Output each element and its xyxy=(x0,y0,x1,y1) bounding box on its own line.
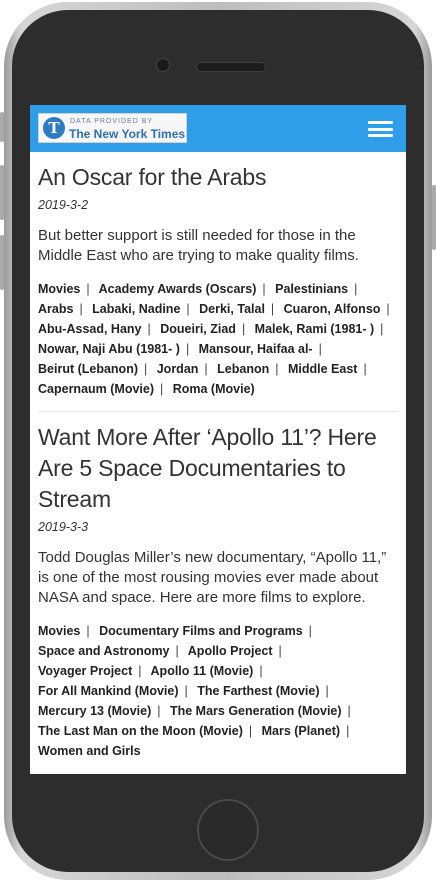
badge-caption: DATA PROVIDED BY xyxy=(70,118,154,125)
tag-separator: | xyxy=(204,362,208,376)
tag-link[interactable]: Lebanon xyxy=(217,362,269,376)
tag-separator: | xyxy=(184,684,188,698)
tag-separator: | xyxy=(380,322,384,336)
tag-link[interactable]: The Farthest (Movie) xyxy=(197,684,319,698)
tag-link[interactable]: Mansour, Haifaa al- xyxy=(199,342,313,356)
tag-link[interactable]: Movies xyxy=(38,624,80,638)
tag-link[interactable]: Jordan xyxy=(157,362,199,376)
article-tags: Movies | Academy Awards (Oscars) | Palesti… xyxy=(38,279,398,399)
tag-link[interactable]: Documentary Films and Programs xyxy=(99,624,303,638)
mute-switch xyxy=(0,112,4,142)
article-title[interactable]: An Oscar for the Arabs xyxy=(38,162,398,193)
tag-link[interactable]: Cuaron, Alfonso xyxy=(284,302,381,316)
tag-separator: | xyxy=(363,362,367,376)
tag-separator: | xyxy=(354,282,358,296)
tag-link[interactable]: Malek, Rami (1981- ) xyxy=(255,322,375,336)
tag-separator: | xyxy=(86,282,90,296)
tag-link[interactable]: Nowar, Naji Abu (1981- ) xyxy=(38,342,180,356)
article-card: An Oscar for the Arabs 2019-3-2 But bett… xyxy=(38,152,398,411)
tag-separator: | xyxy=(308,624,312,638)
nyt-logo-icon: T xyxy=(43,117,65,139)
tag-link[interactable]: Women and Girls xyxy=(38,744,141,758)
hamburger-menu-icon[interactable] xyxy=(368,121,393,137)
tag-separator: | xyxy=(138,664,142,678)
tag-link[interactable]: Abu-Assad, Hany xyxy=(38,322,142,336)
tag-separator: | xyxy=(248,724,253,738)
tag-separator: | xyxy=(386,302,390,316)
tag-separator: | xyxy=(259,664,263,678)
tag-link[interactable]: Derki, Talal xyxy=(199,302,265,316)
article-card: Want More After ‘Apollo 11’? Here Are 5 … xyxy=(38,411,398,773)
tag-link[interactable]: Apollo 11 (Movie) xyxy=(151,664,254,678)
article-list: An Oscar for the Arabs 2019-3-2 But bett… xyxy=(30,152,406,773)
tag-separator: | xyxy=(347,704,351,718)
tag-separator: | xyxy=(262,282,266,296)
tag-link[interactable]: The Last Man on the Moon (Movie) xyxy=(38,724,243,738)
tag-separator: | xyxy=(270,302,275,316)
app-screen: T DATA PROVIDED BY The New York Times An… xyxy=(30,105,406,774)
nyt-attribution-badge[interactable]: T DATA PROVIDED BY The New York Times xyxy=(38,113,187,143)
tag-separator: | xyxy=(241,322,246,336)
tag-link[interactable]: Voyager Project xyxy=(38,664,132,678)
tag-link[interactable]: Movies xyxy=(38,282,80,296)
tag-link[interactable]: Arabs xyxy=(38,302,73,316)
earpiece-speaker xyxy=(196,62,266,72)
tag-separator: | xyxy=(318,342,322,356)
power-button xyxy=(432,185,436,250)
tag-separator: | xyxy=(346,724,350,738)
tag-separator: | xyxy=(157,704,161,718)
article-tags: Movies | Documentary Films and Programs | … xyxy=(38,621,398,761)
tag-link[interactable]: Mercury 13 (Movie) xyxy=(38,704,151,718)
tag-separator: | xyxy=(278,644,282,658)
tag-link[interactable]: Palestinians xyxy=(275,282,348,296)
article-summary: But better support is still needed for t… xyxy=(38,227,359,264)
front-camera xyxy=(156,58,170,72)
tag-separator: | xyxy=(147,322,151,336)
top-navigation-bar: T DATA PROVIDED BY The New York Times xyxy=(30,105,406,152)
tag-link[interactable]: Labaki, Nadine xyxy=(92,302,180,316)
tag-link[interactable]: Apollo Project xyxy=(188,644,273,658)
badge-title: The New York Times xyxy=(69,127,186,141)
tag-separator: | xyxy=(86,624,90,638)
article-date: 2019-3-2 xyxy=(38,198,89,212)
tag-link[interactable]: The Mars Generation (Movie) xyxy=(170,704,342,718)
tag-separator: | xyxy=(144,362,148,376)
tag-link[interactable]: Beirut (Lebanon) xyxy=(38,362,138,376)
tag-link[interactable]: For All Mankind (Movie) xyxy=(38,684,179,698)
volume-up-button xyxy=(0,165,4,220)
article-summary: Todd Douglas Miller’s new documentary, “… xyxy=(38,549,387,606)
tag-separator: | xyxy=(325,684,329,698)
tag-link[interactable]: Capernaum (Movie) xyxy=(38,382,154,396)
volume-down-button xyxy=(0,235,4,290)
tag-separator: | xyxy=(79,302,83,316)
article-date: 2019-3-3 xyxy=(38,520,89,534)
tag-separator: | xyxy=(186,302,190,316)
tag-link[interactable]: Space and Astronomy xyxy=(38,644,170,658)
tag-link[interactable]: Roma (Movie) xyxy=(173,382,255,396)
tag-separator: | xyxy=(185,342,190,356)
tag-separator: | xyxy=(160,382,164,396)
tag-link[interactable]: Middle East xyxy=(288,362,357,376)
tag-separator: | xyxy=(275,362,279,376)
tag-link[interactable]: Doueiri, Ziad xyxy=(160,322,236,336)
article-title[interactable]: Want More After ‘Apollo 11’? Here Are 5 … xyxy=(38,422,398,515)
tag-link[interactable]: Academy Awards (Oscars) xyxy=(99,282,257,296)
tag-link[interactable]: Mars (Planet) xyxy=(262,724,341,738)
home-button[interactable] xyxy=(197,799,259,861)
tag-separator: | xyxy=(175,644,179,658)
